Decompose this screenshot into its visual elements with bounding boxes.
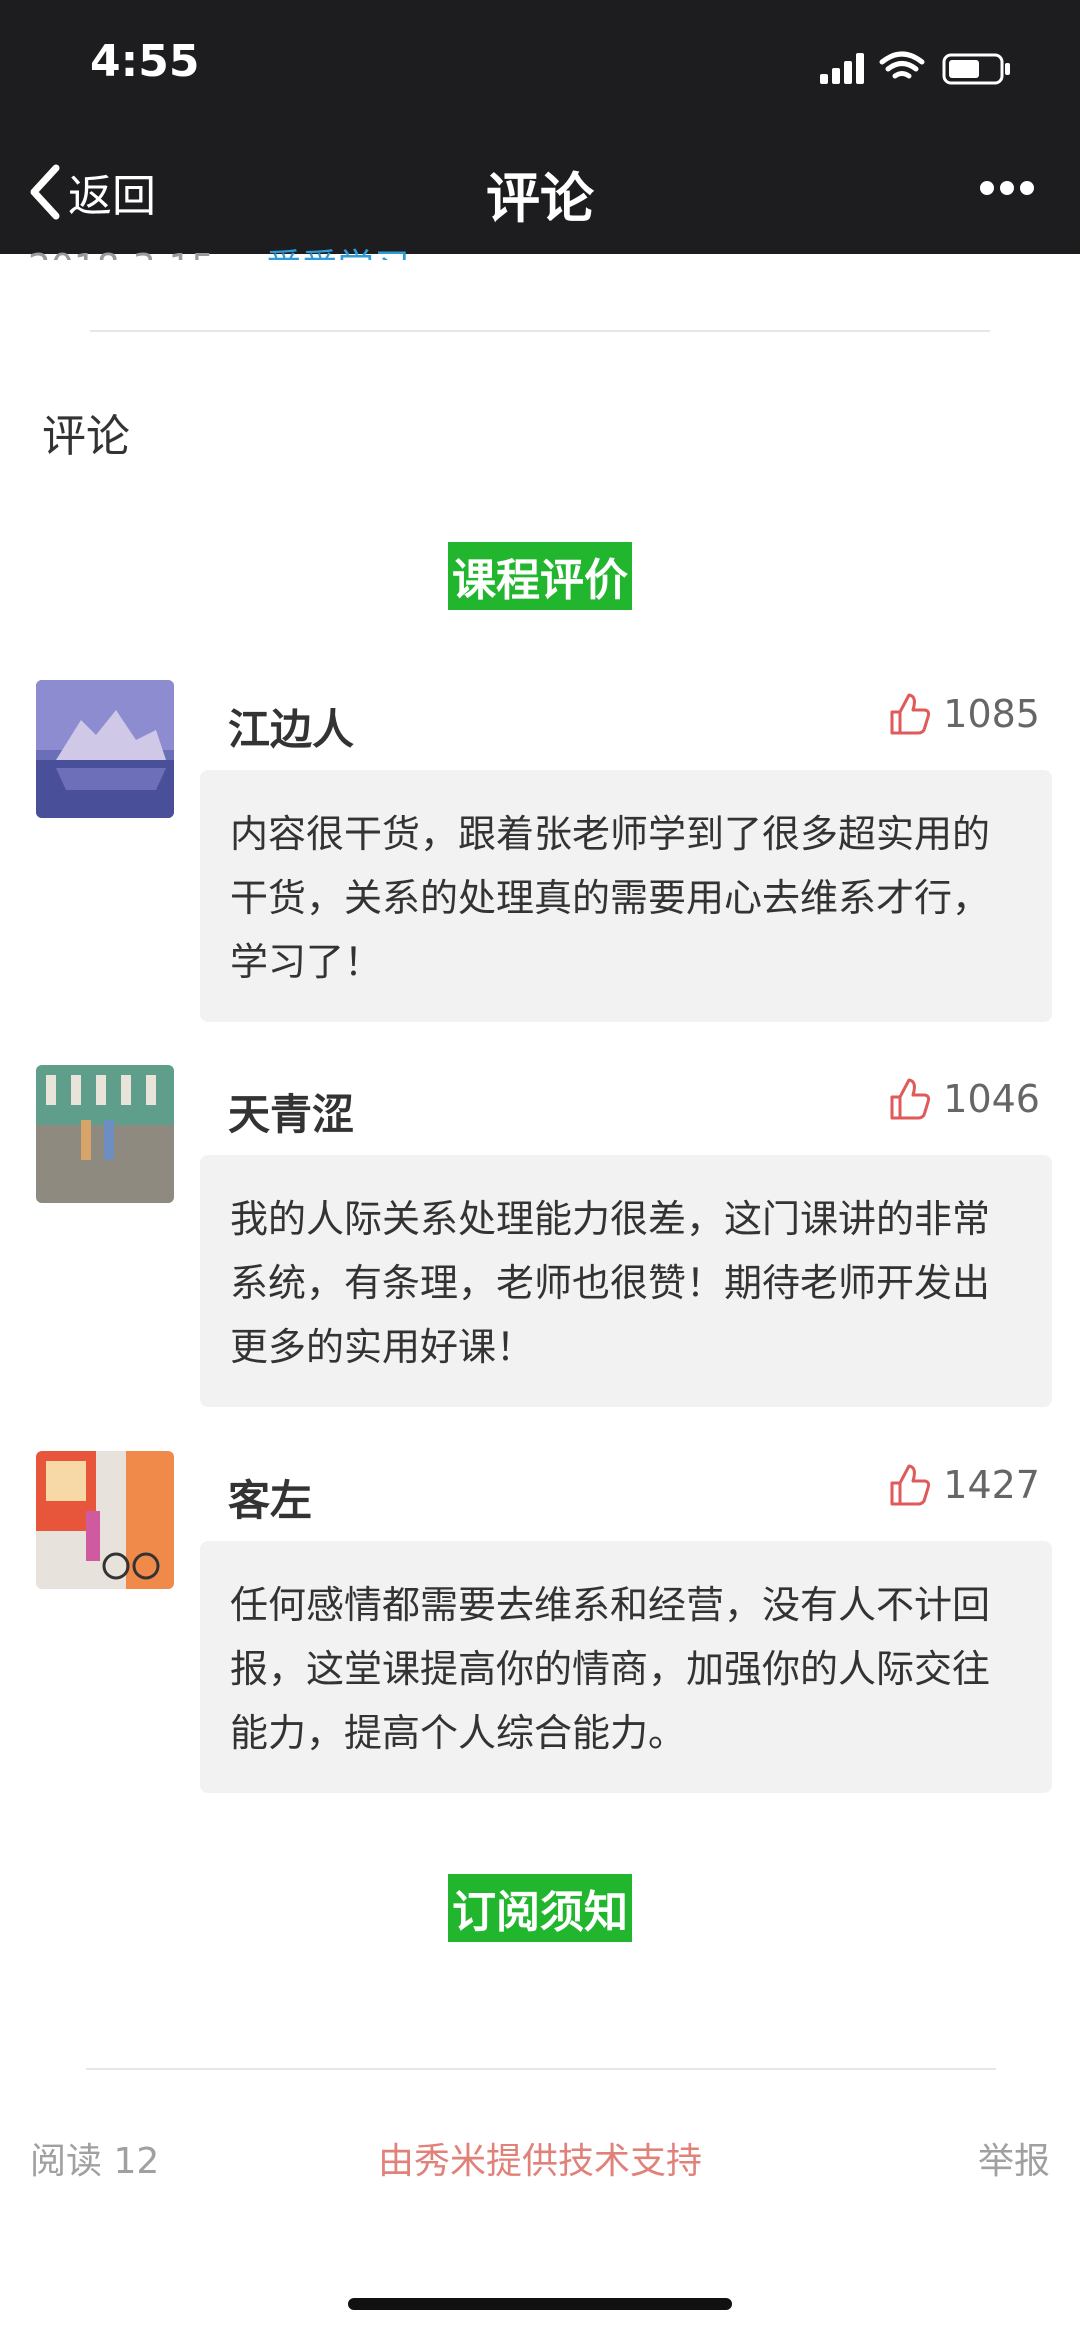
avatar-image (36, 1451, 174, 1589)
thumbs-up-icon (890, 1464, 931, 1506)
comments-section-title: 评论 (42, 411, 130, 462)
avatar-image (36, 680, 174, 818)
status-time: 4:55 (90, 36, 200, 87)
like-button[interactable]: 1085 (889, 692, 1040, 736)
page-title: 评论 (486, 167, 594, 230)
comment-author: 天青涩 (228, 1090, 355, 1139)
like-button[interactable]: 1427 (889, 1463, 1040, 1507)
report-link[interactable]: 举报 (978, 2132, 1050, 2184)
like-button[interactable]: 1046 (889, 1077, 1040, 1121)
status-icons (820, 51, 1010, 85)
avatar[interactable] (36, 680, 174, 818)
avatar[interactable] (36, 1451, 174, 1589)
comment-text: 任何感情都需要去维系和经营，没有人不计回报，这堂课提高你的情商，加强你的人际交往… (200, 1541, 1052, 1793)
comment-author: 江边人 (228, 705, 355, 754)
powered-by-link[interactable]: 由秀米提供技术支持 (0, 2132, 1080, 2184)
home-indicator[interactable] (348, 2298, 732, 2310)
nav-bar: 返回 评论 (0, 130, 1080, 254)
article-meta: 2018-3-15 爱爱学习 (28, 238, 410, 260)
article-date: 2018-3-15 (28, 247, 214, 260)
like-count: 1085 (943, 692, 1040, 736)
avatar-image (36, 1065, 174, 1203)
course-review-banner: 课程评价 (448, 542, 632, 610)
divider (90, 330, 990, 332)
more-button[interactable] (980, 180, 1044, 204)
battery-icon (942, 53, 1010, 85)
thumbs-up-icon (890, 693, 931, 735)
comment-text: 我的人际关系处理能力很差，这门课讲的非常系统，有条理，老师也很赞！期待老师开发出… (200, 1155, 1052, 1407)
signal-icon (820, 53, 864, 84)
comment-author: 客左 (228, 1476, 313, 1525)
like-count: 1427 (943, 1463, 1040, 1507)
subscription-notice-banner: 订阅须知 (448, 1874, 632, 1942)
more-dot-icon (1000, 181, 1014, 195)
like-count: 1046 (943, 1077, 1040, 1121)
more-dot-icon (980, 181, 994, 195)
comment-text: 内容很干货，跟着张老师学到了很多超实用的干货，关系的处理真的需要用心去维系才行，… (200, 770, 1052, 1022)
status-bar: 4:55 (0, 0, 1080, 130)
article-author-link[interactable]: 爱爱学习 (266, 247, 410, 260)
divider (86, 2068, 996, 2070)
thumbs-up-icon (890, 1078, 931, 1120)
avatar[interactable] (36, 1065, 174, 1203)
wifi-icon (879, 51, 925, 79)
more-dot-icon (1020, 181, 1034, 195)
